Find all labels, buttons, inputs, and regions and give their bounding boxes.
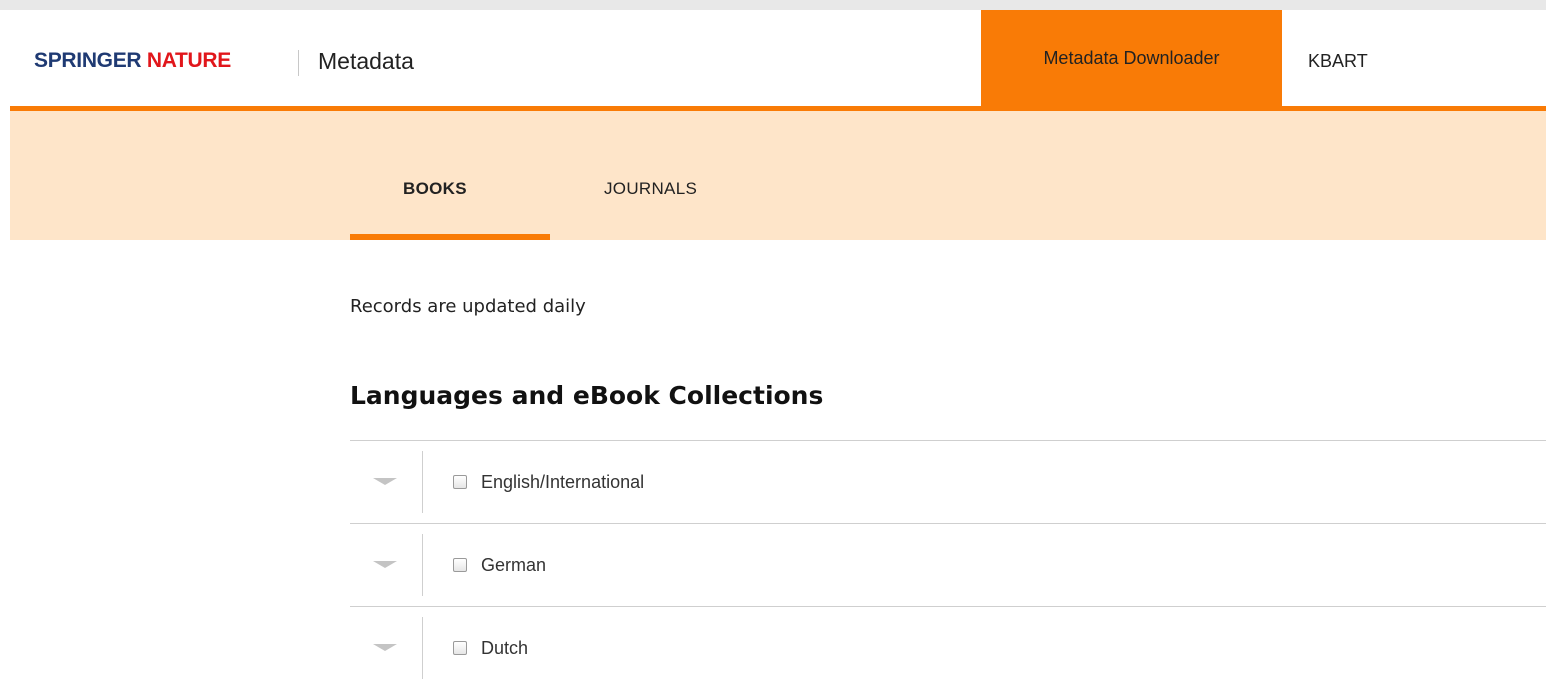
left-edge — [0, 240, 10, 679]
nav-metadata-downloader-label: Metadata Downloader — [1043, 47, 1220, 68]
collections-list: English/International German Dutch — [350, 440, 1546, 679]
nav-metadata-downloader[interactable]: Metadata Downloader — [981, 10, 1282, 106]
collection-row-dutch: Dutch — [350, 607, 1546, 679]
collection-label[interactable]: English/International — [481, 470, 644, 494]
springer-nature-logo[interactable]: SPRINGER NATURE — [34, 48, 231, 74]
row-divider — [422, 617, 423, 679]
page: SPRINGER NATURE Metadata Metadata Downlo… — [0, 0, 1546, 679]
collection-row-german: German — [350, 524, 1546, 607]
english-checkbox[interactable] — [453, 475, 467, 489]
browser-top-gap — [0, 0, 1546, 10]
collection-label[interactable]: Dutch — [481, 636, 528, 660]
site-name: Metadata — [318, 48, 414, 74]
tab-journals[interactable]: JOURNALS — [604, 177, 697, 201]
active-tab-indicator — [350, 234, 550, 240]
tab-books[interactable]: BOOKS — [403, 177, 467, 201]
logo-nature-text: NATURE — [146, 49, 231, 72]
row-divider — [422, 534, 423, 596]
site-header: SPRINGER NATURE Metadata Metadata Downlo… — [10, 10, 1546, 111]
logo-springer-text: SPRINGER — [34, 49, 142, 72]
german-checkbox[interactable] — [453, 558, 467, 572]
collection-row-english: English/International — [350, 441, 1546, 524]
collection-label[interactable]: German — [481, 553, 546, 577]
nav-kbart[interactable]: KBART — [1308, 48, 1368, 74]
records-update-note: Records are updated daily — [350, 296, 586, 317]
logo-divider — [298, 50, 299, 76]
chevron-down-icon[interactable] — [373, 478, 397, 485]
dutch-checkbox[interactable] — [453, 641, 467, 655]
row-divider — [422, 451, 423, 513]
section-title: Languages and eBook Collections — [350, 381, 824, 410]
chevron-down-icon[interactable] — [373, 644, 397, 651]
sub-navigation: BOOKS JOURNALS — [10, 111, 1546, 240]
chevron-down-icon[interactable] — [373, 561, 397, 568]
